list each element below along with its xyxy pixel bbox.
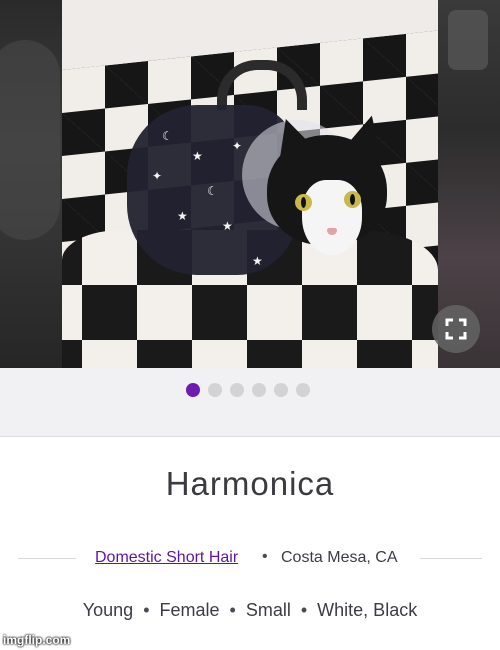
- watermark: imgflip.com: [3, 633, 71, 647]
- bullet-separator: •: [262, 548, 268, 565]
- pet-gender: Female: [159, 600, 220, 620]
- previous-photo-peek[interactable]: [0, 0, 62, 368]
- divider-left: [18, 558, 76, 559]
- pet-attributes: Young • Female • Small • White, Black: [0, 600, 500, 621]
- bullet-separator: •: [143, 600, 150, 620]
- carousel-dot-1[interactable]: [186, 383, 200, 397]
- carousel-dot-6[interactable]: [296, 383, 310, 397]
- breed-link[interactable]: Domestic Short Hair: [95, 549, 238, 567]
- expand-photo-button[interactable]: [432, 305, 480, 353]
- pet-name: Harmonica: [165, 465, 335, 502]
- photo-gallery[interactable]: ☾ ★ ✦ ☾ ★ ✦ ★ ★: [0, 0, 500, 368]
- pet-photo[interactable]: ☾ ★ ✦ ☾ ★ ✦ ★ ★: [62, 0, 438, 368]
- pet-age: Young: [82, 600, 134, 620]
- carousel-dots: [186, 383, 310, 397]
- cat-image: ☾ ★ ✦ ☾ ★ ✦ ★ ★: [122, 60, 392, 280]
- pet-colors: White, Black: [317, 600, 418, 620]
- carousel-dot-5[interactable]: [274, 383, 288, 397]
- pet-size: Small: [245, 600, 291, 620]
- pet-location: Costa Mesa, CA: [281, 549, 398, 566]
- carousel-dot-4[interactable]: [252, 383, 266, 397]
- carousel-dot-3[interactable]: [230, 383, 244, 397]
- divider-right: [420, 558, 482, 559]
- carousel-dot-2[interactable]: [208, 383, 222, 397]
- carousel-indicator-bar: [0, 368, 500, 437]
- bullet-separator: •: [229, 600, 236, 620]
- bullet-separator: •: [300, 600, 308, 620]
- expand-icon: [445, 318, 467, 340]
- pet-breed-location-row: Domestic Short Hair • Costa Mesa, CA: [0, 545, 500, 571]
